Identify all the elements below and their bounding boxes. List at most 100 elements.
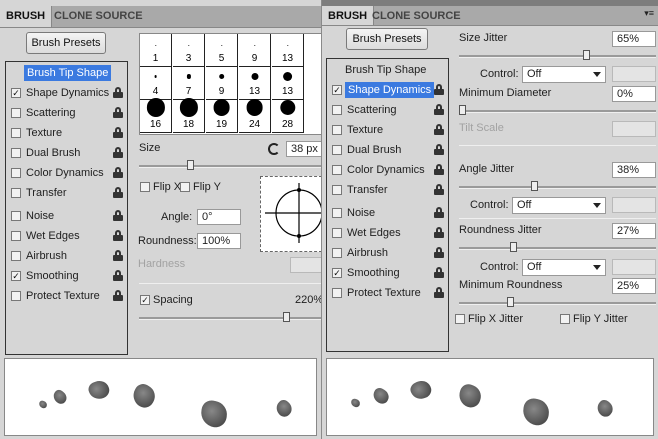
brush-tip-cell[interactable]: 18 bbox=[173, 98, 205, 133]
brush-angle-preview[interactable] bbox=[260, 176, 321, 252]
spacing-slider-track[interactable] bbox=[139, 317, 321, 320]
tab-clone-source[interactable]: CLONE SOURCE bbox=[366, 6, 467, 25]
lock-icon[interactable] bbox=[113, 250, 123, 261]
dual-brush-checkbox[interactable] bbox=[332, 145, 342, 155]
option-color-dynamics[interactable]: Color Dynamics bbox=[327, 161, 448, 179]
option-airbrush[interactable]: Airbrush bbox=[6, 247, 127, 265]
noise-checkbox[interactable] bbox=[11, 211, 21, 221]
brush-presets-button[interactable]: Brush Presets bbox=[26, 32, 106, 54]
minimum-diameter-thumb[interactable] bbox=[459, 105, 466, 115]
option-texture[interactable]: Texture bbox=[327, 121, 448, 139]
brush-tip-cell[interactable]: 13 bbox=[239, 67, 271, 100]
option-shape-dynamics[interactable]: ✓ Shape Dynamics bbox=[6, 84, 127, 102]
brush-tip-cell[interactable]: 7 bbox=[173, 67, 205, 100]
size-slider-track[interactable] bbox=[139, 165, 321, 168]
size-control-select[interactable]: Off bbox=[522, 66, 606, 83]
texture-checkbox[interactable] bbox=[332, 125, 342, 135]
roundness-jitter-field[interactable]: 27% bbox=[612, 223, 656, 239]
size-field[interactable]: 38 px bbox=[286, 141, 321, 157]
option-brush-tip-shape[interactable]: Brush Tip Shape bbox=[6, 64, 127, 82]
lock-icon[interactable] bbox=[113, 270, 123, 281]
brush-tip-cell[interactable]: 5 bbox=[206, 34, 238, 67]
smoothing-checkbox[interactable]: ✓ bbox=[332, 268, 342, 278]
minimum-diameter-slider[interactable] bbox=[459, 110, 656, 113]
lock-icon[interactable] bbox=[113, 167, 123, 178]
brush-tip-cell[interactable]: 13 bbox=[272, 34, 304, 67]
protect-texture-checkbox[interactable] bbox=[332, 288, 342, 298]
lock-icon[interactable] bbox=[113, 230, 123, 241]
smoothing-checkbox[interactable]: ✓ bbox=[11, 271, 21, 281]
lock-icon[interactable] bbox=[113, 187, 123, 198]
airbrush-checkbox[interactable] bbox=[11, 251, 21, 261]
brush-tip-grid[interactable]: 1 3 5 9 13 4 7 9 13 13 16 18 19 24 28 bbox=[139, 33, 321, 135]
size-slider-thumb[interactable] bbox=[186, 160, 194, 170]
flip-x-checkbox[interactable] bbox=[140, 182, 150, 192]
lock-icon[interactable] bbox=[113, 290, 123, 301]
option-noise[interactable]: Noise bbox=[327, 204, 448, 222]
brush-tip-cell[interactable]: 3 bbox=[173, 34, 205, 67]
roundness-jitter-thumb[interactable] bbox=[510, 242, 518, 252]
lock-icon[interactable] bbox=[434, 84, 444, 95]
scattering-checkbox[interactable] bbox=[11, 108, 21, 118]
wet-edges-checkbox[interactable] bbox=[332, 228, 342, 238]
color-dynamics-checkbox[interactable] bbox=[332, 165, 342, 175]
spacing-slider-thumb[interactable] bbox=[283, 312, 291, 322]
option-noise[interactable]: Noise bbox=[6, 207, 127, 225]
option-brush-tip-shape[interactable]: Brush Tip Shape bbox=[327, 61, 448, 79]
transfer-checkbox[interactable] bbox=[11, 188, 21, 198]
brush-tip-cell[interactable]: 4 bbox=[140, 67, 172, 100]
lock-icon[interactable] bbox=[434, 124, 444, 135]
reset-icon[interactable] bbox=[268, 143, 280, 155]
scattering-checkbox[interactable] bbox=[332, 105, 342, 115]
lock-icon[interactable] bbox=[434, 104, 444, 115]
angle-jitter-thumb[interactable] bbox=[531, 181, 539, 191]
option-dual-brush[interactable]: Dual Brush bbox=[327, 141, 448, 159]
airbrush-checkbox[interactable] bbox=[332, 248, 342, 258]
angle-jitter-slider[interactable] bbox=[459, 186, 656, 189]
option-shape-dynamics[interactable]: ✓ Shape Dynamics bbox=[327, 81, 448, 99]
shape-dynamics-checkbox[interactable]: ✓ bbox=[332, 85, 342, 95]
option-texture[interactable]: Texture bbox=[6, 124, 127, 142]
option-wet-edges[interactable]: Wet Edges bbox=[327, 224, 448, 242]
lock-icon[interactable] bbox=[113, 127, 123, 138]
roundness-jitter-slider[interactable] bbox=[459, 247, 656, 250]
lock-icon[interactable] bbox=[434, 247, 444, 258]
angle-control-select[interactable]: Off bbox=[512, 197, 606, 214]
spacing-checkbox[interactable]: ✓ bbox=[140, 295, 150, 305]
brush-presets-button[interactable]: Brush Presets bbox=[346, 28, 428, 50]
lock-icon[interactable] bbox=[434, 144, 444, 155]
dual-brush-checkbox[interactable] bbox=[11, 148, 21, 158]
lock-icon[interactable] bbox=[113, 107, 123, 118]
brush-tip-cell[interactable]: 13 bbox=[272, 67, 304, 100]
lock-icon[interactable] bbox=[434, 164, 444, 175]
option-dual-brush[interactable]: Dual Brush bbox=[6, 144, 127, 162]
noise-checkbox[interactable] bbox=[332, 208, 342, 218]
lock-icon[interactable] bbox=[434, 227, 444, 238]
protect-texture-checkbox[interactable] bbox=[11, 291, 21, 301]
minimum-roundness-slider[interactable] bbox=[459, 302, 656, 305]
angle-jitter-field[interactable]: 38% bbox=[612, 162, 656, 178]
roundness-control-select[interactable]: Off bbox=[522, 259, 606, 276]
option-color-dynamics[interactable]: Color Dynamics bbox=[6, 164, 127, 182]
lock-icon[interactable] bbox=[434, 184, 444, 195]
spacing-value[interactable]: 220% bbox=[295, 294, 321, 306]
brush-tip-cell[interactable]: 9 bbox=[206, 67, 238, 100]
size-jitter-thumb[interactable] bbox=[582, 50, 590, 60]
minimum-diameter-field[interactable]: 0% bbox=[612, 86, 656, 102]
minimum-roundness-thumb[interactable] bbox=[506, 297, 514, 307]
panel-menu-icon[interactable]: ▾≡ bbox=[644, 8, 654, 19]
option-scattering[interactable]: Scattering bbox=[327, 101, 448, 119]
lock-icon[interactable] bbox=[434, 207, 444, 218]
minimum-roundness-field[interactable]: 25% bbox=[612, 278, 656, 294]
tab-brush[interactable]: BRUSH bbox=[0, 6, 53, 27]
option-smoothing[interactable]: ✓ Smoothing bbox=[6, 267, 127, 285]
tab-clone-source[interactable]: CLONE SOURCE bbox=[48, 6, 149, 27]
brush-tip-cell[interactable]: 24 bbox=[239, 99, 271, 133]
option-wet-edges[interactable]: Wet Edges bbox=[6, 227, 127, 245]
roundness-field[interactable]: 100% bbox=[197, 233, 241, 249]
brush-tip-cell[interactable]: 19 bbox=[206, 99, 238, 133]
size-jitter-slider[interactable] bbox=[459, 55, 656, 58]
option-transfer[interactable]: Transfer bbox=[327, 181, 448, 199]
flip-y-checkbox[interactable] bbox=[180, 182, 190, 192]
brush-tip-cell[interactable]: 28 bbox=[272, 99, 304, 133]
